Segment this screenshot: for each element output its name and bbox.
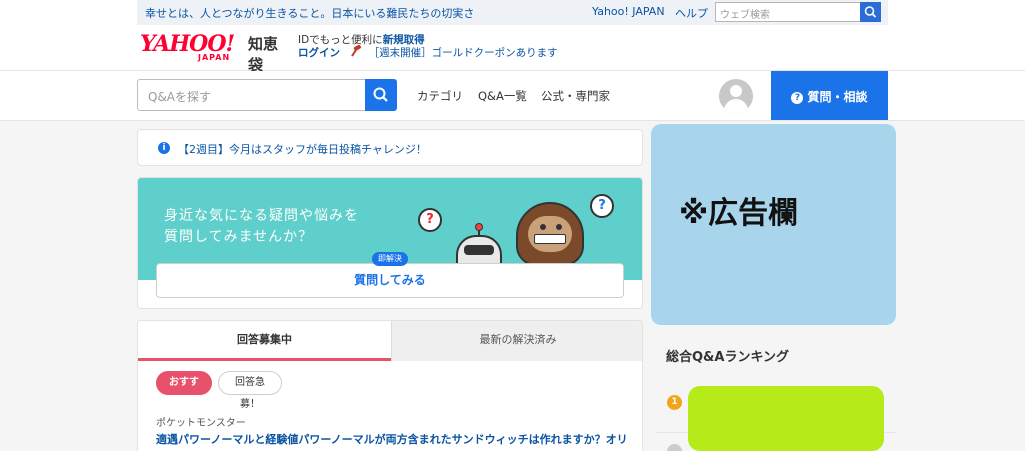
page: 幸せとは、人とつながり生きること。日本にいる難民たちの切実さ Yahoo! JA…	[0, 0, 1025, 451]
question-list-card: 回答募集中 最新の解決済み おすすめ 回答急募！ ポケットモンスター 適遇パワー…	[137, 320, 643, 451]
info-icon: i	[158, 142, 170, 154]
top-strip: 幸せとは、人とつながり生きること。日本にいる難民たちの切実さ Yahoo! JA…	[0, 0, 1025, 25]
announcement-bar[interactable]: i 【2週目】今月はスタッフが毎日投稿チャレンジ！	[137, 129, 643, 166]
site-header: YAHOO! JAPAN 知恵袋 IDでもっと便利に新規取得 ログイン ［週末開…	[0, 25, 1025, 74]
search-icon	[373, 87, 388, 102]
news-headline-link[interactable]: 幸せとは、人とつながり生きること。日本にいる難民たちの切実さ	[145, 5, 474, 21]
nav-qa-list[interactable]: Q&A一覧	[478, 88, 527, 104]
coupon-link[interactable]: ［週末開催］ゴールドクーポンあります	[369, 47, 558, 59]
question-title-link[interactable]: 適遇パワーノーマルと経験値パワーノーマルが両方含まれたサンドウィッチは作れますか…	[156, 431, 626, 447]
question-icon: ?	[791, 92, 804, 104]
web-search-input[interactable]: ウェブ検索	[715, 2, 861, 22]
tab-latest-solved[interactable]: 最新の解決済み	[391, 321, 642, 361]
announcement-text: 【2週目】今月はスタッフが毎日投稿チャレンジ！	[178, 143, 427, 156]
question-category[interactable]: ポケットモンスター	[156, 414, 246, 429]
search-icon	[864, 6, 877, 18]
question-bubble-icon: ?	[418, 208, 442, 232]
help-link[interactable]: ヘルプ	[675, 5, 708, 21]
instant-solve-badge: 即解決	[372, 252, 408, 266]
web-search-button[interactable]	[860, 2, 881, 22]
rank-number-badge: 1	[667, 395, 682, 410]
qa-search-input[interactable]: Q&Aを探す	[137, 79, 366, 111]
logo-service-text: 知恵袋	[248, 35, 279, 74]
avatar-body-shape	[724, 99, 748, 113]
ranking-item-redacted[interactable]	[688, 386, 884, 451]
ask-now-button[interactable]: 質問してみる	[156, 263, 624, 298]
ask-banner: 身近な気になる疑問や悩みを 質問してみませんか？ ? ? 質問してみる 即解決	[137, 177, 643, 309]
qa-search-button[interactable]	[365, 79, 397, 111]
nav-bar: Q&Aを探す カテゴリ Q&A一覧 公式・専門家 ? 質問・相談	[0, 71, 1025, 121]
gorilla-mascot-icon	[512, 202, 588, 268]
ranking-heading: 総合Q&Aランキング	[666, 350, 790, 365]
ask-question-label: 質問・相談	[807, 90, 868, 104]
ask-question-button[interactable]: ? 質問・相談	[771, 71, 888, 120]
yahoo-japan-link[interactable]: Yahoo! JAPAN	[592, 5, 665, 18]
filter-urgent[interactable]: 回答急募！	[218, 371, 282, 410]
avatar-head-shape	[730, 85, 742, 97]
login-link[interactable]: ログイン	[298, 47, 340, 59]
banner-line1: 身近な気になる疑問や悩みを	[164, 208, 359, 224]
login-row: ログイン ［週末開催］ゴールドクーポンあります	[298, 44, 558, 60]
question-bubble-icon: ?	[590, 194, 614, 218]
tab-open-questions[interactable]: 回答募集中	[138, 321, 391, 361]
rank-number-badge	[667, 444, 682, 451]
nav-categories[interactable]: カテゴリ	[417, 88, 463, 104]
chiebukuro-logo[interactable]: YAHOO! JAPAN 知恵袋	[140, 31, 290, 74]
banner-line2: 質問してみませんか？	[164, 229, 314, 245]
ad-placeholder: ※広告欄	[651, 124, 896, 325]
gavel-icon	[351, 44, 362, 57]
nav-official-experts[interactable]: 公式・専門家	[541, 88, 610, 104]
question-tabs: 回答募集中 最新の解決済み	[138, 321, 642, 361]
user-avatar[interactable]	[719, 79, 753, 113]
filter-recommended[interactable]: おすすめ	[156, 371, 212, 410]
ad-label: ※広告欄	[679, 196, 799, 231]
logo-japan-text: JAPAN	[198, 53, 231, 62]
